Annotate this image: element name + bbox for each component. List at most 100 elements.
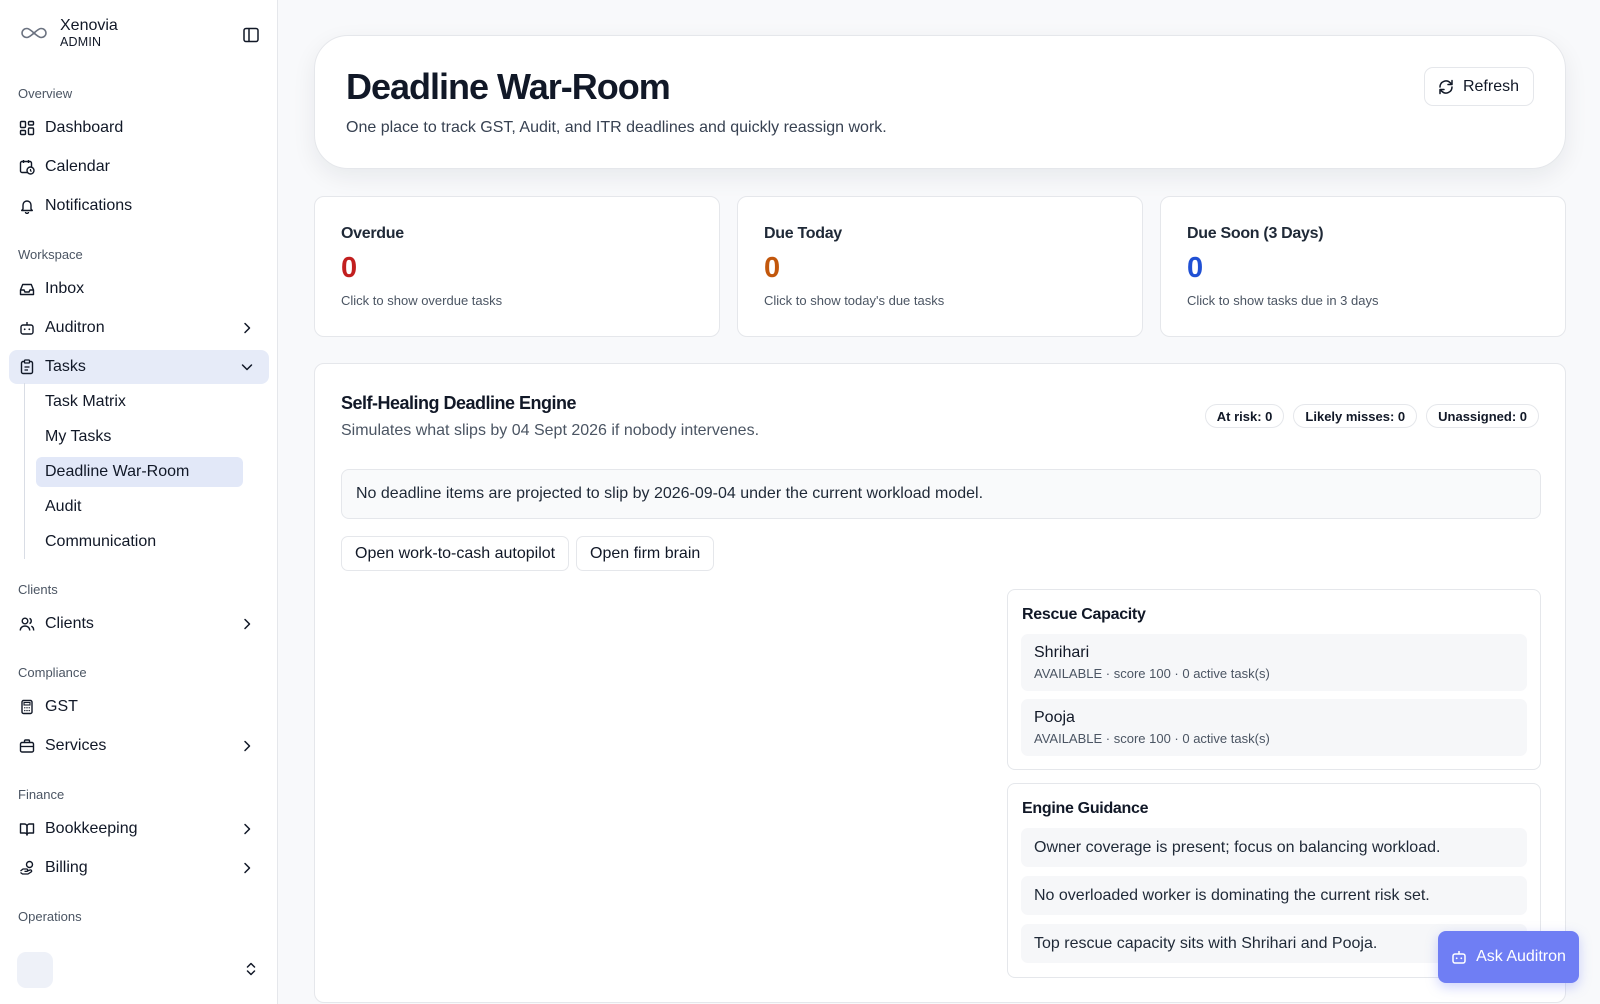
hand-coins-icon <box>18 859 36 877</box>
infinity-logo-icon <box>18 17 50 49</box>
sidebar-item-calendar[interactable]: Calendar <box>9 150 269 184</box>
section-workspace: Workspace <box>18 247 83 262</box>
refresh-label: Refresh <box>1462 77 1519 95</box>
list-item: Pooja AVAILABLE · score 100 · 0 active t… <box>1021 699 1527 756</box>
open-autopilot-button[interactable]: Open work-to-cash autopilot <box>341 536 570 571</box>
sidebar-subitem-audit[interactable]: Audit <box>36 492 243 522</box>
stat-description: Click to show overdue tasks <box>341 293 503 308</box>
list-item: Shrihari AVAILABLE · score 100 · 0 activ… <box>1021 634 1527 691</box>
sidebar-item-label: Services <box>45 737 107 754</box>
stat-title: Due Soon (3 Days) <box>1187 225 1324 242</box>
page-header: Deadline War-Room One place to track GST… <box>314 35 1566 169</box>
person-meta: AVAILABLE · score 100 · 0 active task(s) <box>1034 666 1270 681</box>
users-icon <box>18 615 36 633</box>
sidebar: Xenovia ADMIN Overview Dashboard Calenda… <box>0 0 278 1004</box>
stat-card-due-soon[interactable]: Due Soon (3 Days) 0 Click to show tasks … <box>1160 196 1566 337</box>
chevron-right-icon <box>239 860 255 876</box>
chevron-right-icon <box>239 738 255 754</box>
sidebar-subitem-my-tasks[interactable]: My Tasks <box>36 422 243 452</box>
calculator-icon <box>18 698 36 716</box>
sidebar-item-tasks[interactable]: Tasks <box>9 350 269 384</box>
person-meta: AVAILABLE · score 100 · 0 active task(s) <box>1034 731 1270 746</box>
list-item: No overloaded worker is dominating the c… <box>1021 876 1527 915</box>
deadline-engine-card: Self-Healing Deadline Engine Simulates w… <box>314 363 1566 1003</box>
person-name: Pooja <box>1034 709 1075 726</box>
sidebar-item-label: Notifications <box>45 197 133 214</box>
ask-auditron-label: Ask Auditron <box>1476 948 1566 965</box>
engine-notice: No deadline items are projected to slip … <box>341 469 1541 519</box>
sidebar-subitem-task-matrix[interactable]: Task Matrix <box>36 387 243 417</box>
stat-title: Due Today <box>764 225 842 242</box>
ask-auditron-button[interactable]: Ask Auditron <box>1438 931 1579 983</box>
panel-title: Engine Guidance <box>1022 800 1149 817</box>
engine-title: Self-Healing Deadline Engine <box>341 393 577 413</box>
briefcase-icon <box>18 737 36 755</box>
chevron-down-icon <box>239 359 255 375</box>
sidebar-item-services[interactable]: Services <box>9 729 269 763</box>
bot-icon <box>1451 949 1467 965</box>
section-overview: Overview <box>18 86 73 101</box>
sidebar-item-label: Tasks <box>45 358 86 375</box>
sidebar-subitem-deadline-war-room[interactable]: Deadline War-Room <box>36 457 243 487</box>
sidebar-item-auditron[interactable]: Auditron <box>9 311 269 345</box>
sidebar-subitem-communication[interactable]: Communication <box>36 527 243 557</box>
book-open-icon <box>18 820 36 838</box>
sidebar-item-clients[interactable]: Clients <box>9 607 269 641</box>
sidebar-item-billing[interactable]: Billing <box>9 851 269 885</box>
sidebar-item-notifications[interactable]: Notifications <box>9 189 269 223</box>
avatar[interactable] <box>17 952 53 988</box>
section-operations: Operations <box>18 909 82 924</box>
chevron-right-icon <box>239 616 255 632</box>
page-subtitle: One place to track GST, Audit, and ITR d… <box>346 119 887 136</box>
sidebar-item-label: GST <box>45 698 78 715</box>
sidebar-toggle-icon[interactable] <box>240 24 262 46</box>
sidebar-item-bookkeeping[interactable]: Bookkeeping <box>9 812 269 846</box>
stat-value: 0 <box>1187 252 1204 284</box>
person-name: Shrihari <box>1034 644 1090 661</box>
sidebar-item-dashboard[interactable]: Dashboard <box>9 111 269 145</box>
stat-description: Click to show today's due tasks <box>764 293 945 308</box>
likely-misses-badge: Likely misses: 0 <box>1293 404 1418 428</box>
submenu-guide-line <box>24 383 25 559</box>
stat-card-due-today[interactable]: Due Today 0 Click to show today's due ta… <box>737 196 1143 337</box>
chevrons-up-down-icon[interactable] <box>242 960 260 978</box>
dashboard-icon <box>18 119 36 137</box>
list-item: Owner coverage is present; focus on bala… <box>1021 828 1527 867</box>
chevron-right-icon <box>239 821 255 837</box>
sidebar-item-gst[interactable]: GST <box>9 690 269 724</box>
open-firm-brain-button[interactable]: Open firm brain <box>576 536 715 571</box>
section-finance: Finance <box>18 787 65 802</box>
stat-value: 0 <box>341 252 358 284</box>
sidebar-item-inbox[interactable]: Inbox <box>9 272 269 306</box>
refresh-button[interactable]: Refresh <box>1423 67 1534 106</box>
clipboard-icon <box>18 358 36 376</box>
calendar-clock-icon <box>18 158 36 176</box>
bell-icon <box>18 197 36 215</box>
engine-metrics: At risk: 0 Likely misses: 0 Unassigned: … <box>1196 404 1539 428</box>
rescue-capacity-panel: Rescue Capacity Shrihari AVAILABLE · sco… <box>1007 589 1541 770</box>
brand-name: Xenovia <box>60 17 118 34</box>
bot-icon <box>18 319 36 337</box>
sidebar-item-label: Clients <box>45 615 94 632</box>
unassigned-badge: Unassigned: 0 <box>1426 404 1539 428</box>
brand[interactable]: Xenovia ADMIN <box>18 16 118 50</box>
refresh-icon <box>1437 78 1455 96</box>
section-compliance: Compliance <box>18 665 87 680</box>
chevron-right-icon <box>239 320 255 336</box>
sidebar-item-label: Dashboard <box>45 119 124 136</box>
sidebar-item-label: Calendar <box>45 158 110 175</box>
stat-value: 0 <box>764 252 781 284</box>
brand-role: ADMIN <box>60 35 102 49</box>
sidebar-item-label: Auditron <box>45 319 105 336</box>
sidebar-item-label: Inbox <box>45 280 85 297</box>
stat-card-overdue[interactable]: Overdue 0 Click to show overdue tasks <box>314 196 720 337</box>
sidebar-item-label: Bookkeeping <box>45 820 138 837</box>
stat-title: Overdue <box>341 225 404 242</box>
inbox-icon <box>18 280 36 298</box>
panel-title: Rescue Capacity <box>1022 606 1146 623</box>
stat-description: Click to show tasks due in 3 days <box>1187 293 1379 308</box>
at-risk-badge: At risk: 0 <box>1204 404 1285 428</box>
section-clients: Clients <box>18 582 58 597</box>
sidebar-item-label: Billing <box>45 859 88 876</box>
engine-subtitle: Simulates what slips by 04 Sept 2026 if … <box>341 422 760 439</box>
